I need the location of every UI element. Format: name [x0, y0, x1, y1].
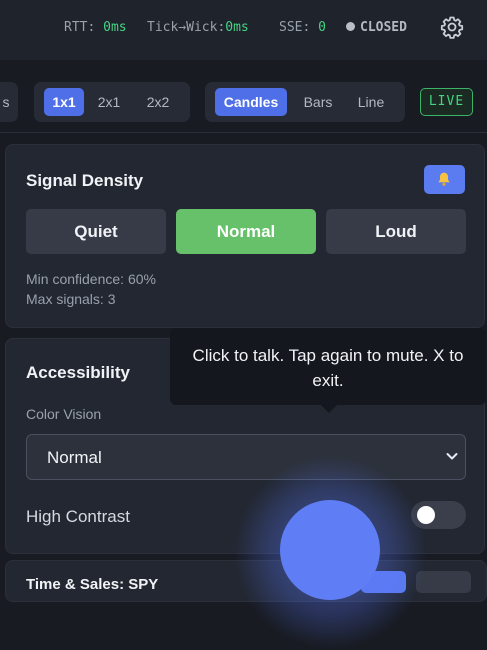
tooltip-arrow [321, 405, 337, 413]
color-vision-select[interactable]: Normal [26, 434, 466, 480]
loud-button[interactable]: Loud [326, 209, 466, 254]
layout-2x1-button[interactable]: 2x1 [89, 88, 129, 116]
high-contrast-label: High Contrast [26, 507, 130, 526]
tick-value: 0ms [225, 20, 249, 35]
sse-label: SSE: [279, 20, 311, 35]
quiet-button[interactable]: Quiet [26, 209, 166, 254]
sse-stat: SSE: 0 [279, 20, 326, 35]
signal-density-card: Signal Density Quiet Normal Loud Min con… [5, 144, 485, 328]
normal-button[interactable]: Normal [176, 209, 316, 254]
signal-density-title: Signal Density [26, 171, 144, 190]
sse-value: 0 [318, 20, 326, 35]
connection-label: CLOSED [360, 20, 407, 35]
status-dot-icon [346, 22, 355, 31]
time-sales-title: Time & Sales: SPY [26, 576, 159, 593]
color-vision-label: Color Vision [26, 406, 102, 422]
rtt-label: RTT: [64, 20, 96, 35]
accessibility-title: Accessibility [26, 363, 130, 382]
bell-button[interactable] [424, 165, 465, 194]
chevron-down-icon [446, 453, 458, 460]
live-button[interactable]: LIVE [420, 88, 473, 116]
connection-status: CLOSED [346, 20, 407, 35]
line-button[interactable]: Line [347, 88, 395, 116]
layout-2x2-button[interactable]: 2x2 [137, 88, 179, 116]
color-vision-value: Normal [47, 448, 102, 467]
rtt-value: 0ms [103, 20, 127, 35]
candles-button[interactable]: Candles [215, 88, 287, 116]
partial-toolbar-button[interactable]: s [0, 88, 12, 116]
tick-stat: Tick→Wick:0ms [147, 20, 249, 35]
min-confidence-text: Min confidence: 60% [26, 271, 156, 287]
chart-toolbar: s 1x1 2x1 2x2 Candles Bars Line [0, 60, 487, 133]
voice-tooltip: Click to talk. Tap again to mute. X to e… [170, 328, 486, 413]
max-signals-text: Max signals: 3 [26, 291, 116, 307]
bell-icon [438, 172, 450, 186]
layout-group: 1x1 2x1 2x2 [34, 82, 190, 122]
tooltip-text: Click to talk. Tap again to mute. X to e… [192, 346, 464, 390]
rtt-stat: RTT: 0ms [64, 20, 127, 35]
chart-type-group: Candles Bars Line [205, 82, 405, 122]
status-bar: RTT: 0ms Tick→Wick:0ms SSE: 0 CLOSED [0, 0, 487, 61]
tick-label: Tick→Wick: [147, 20, 226, 35]
bars-button[interactable]: Bars [293, 88, 343, 116]
partial-button-group: s [0, 82, 18, 122]
layout-1x1-button[interactable]: 1x1 [44, 88, 84, 116]
voice-mic-button[interactable] [280, 500, 380, 600]
gear-icon[interactable] [440, 15, 464, 39]
